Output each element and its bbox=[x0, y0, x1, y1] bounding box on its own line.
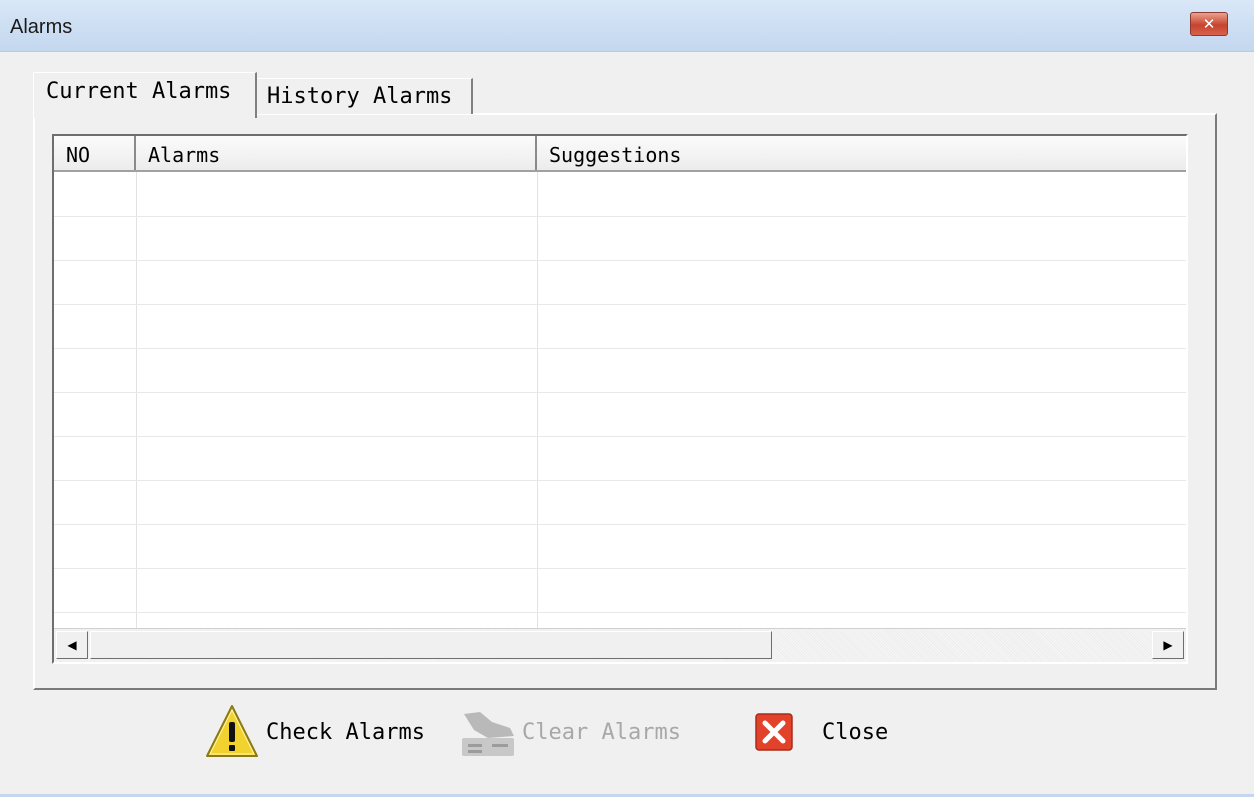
grid-body[interactable] bbox=[54, 172, 1186, 628]
column-header-suggestions[interactable]: Suggestions bbox=[537, 136, 1186, 170]
close-x-icon bbox=[744, 700, 804, 764]
row-divider bbox=[54, 304, 1186, 305]
column-header-alarms[interactable]: Alarms bbox=[136, 136, 537, 170]
row-divider bbox=[54, 392, 1186, 393]
row-divider bbox=[54, 568, 1186, 569]
row-divider bbox=[54, 524, 1186, 525]
close-label: Close bbox=[822, 719, 889, 745]
tab-history-alarms-label: History Alarms bbox=[267, 84, 453, 109]
arrow-right-icon: ▶ bbox=[1163, 638, 1173, 652]
warning-icon bbox=[202, 700, 262, 764]
column-divider bbox=[136, 172, 137, 628]
tab-current-alarms[interactable]: Current Alarms bbox=[33, 72, 257, 118]
check-alarms-label: Check Alarms bbox=[266, 719, 425, 745]
tab-current-alarms-label: Current Alarms bbox=[46, 79, 232, 104]
grid-header: NO Alarms Suggestions bbox=[54, 136, 1186, 172]
close-icon: ✕ bbox=[1202, 15, 1216, 33]
title-bar[interactable]: Alarms ✕ bbox=[0, 0, 1254, 52]
window-title: Alarms bbox=[10, 16, 73, 38]
window-close-button[interactable]: ✕ bbox=[1190, 12, 1228, 36]
scroll-right-button[interactable]: ▶ bbox=[1152, 631, 1184, 659]
row-divider bbox=[54, 436, 1186, 437]
clear-alarms-button[interactable]: Clear Alarms bbox=[458, 700, 708, 764]
clear-alarms-label: Clear Alarms bbox=[522, 719, 681, 745]
clear-broom-icon bbox=[458, 700, 518, 764]
scroll-left-button[interactable]: ◀ bbox=[56, 631, 88, 659]
arrow-left-icon: ◀ bbox=[67, 638, 77, 652]
row-divider bbox=[54, 612, 1186, 613]
scrollbar-thumb[interactable] bbox=[90, 631, 772, 659]
row-divider bbox=[54, 216, 1186, 217]
close-button[interactable]: Close bbox=[744, 700, 904, 764]
row-divider bbox=[54, 260, 1186, 261]
row-divider bbox=[54, 480, 1186, 481]
column-divider bbox=[537, 172, 538, 628]
row-divider bbox=[54, 348, 1186, 349]
horizontal-scrollbar[interactable]: ◀ ▶ bbox=[54, 628, 1186, 662]
alarms-dialog: Alarms ✕ Current Alarms History Alarms N… bbox=[0, 0, 1254, 797]
check-alarms-button[interactable]: Check Alarms bbox=[202, 700, 438, 764]
column-header-no[interactable]: NO bbox=[54, 136, 136, 170]
alarms-grid[interactable]: NO Alarms Suggestions ◀ ▶ bbox=[52, 134, 1188, 664]
tab-history-alarms[interactable]: History Alarms bbox=[257, 78, 473, 114]
